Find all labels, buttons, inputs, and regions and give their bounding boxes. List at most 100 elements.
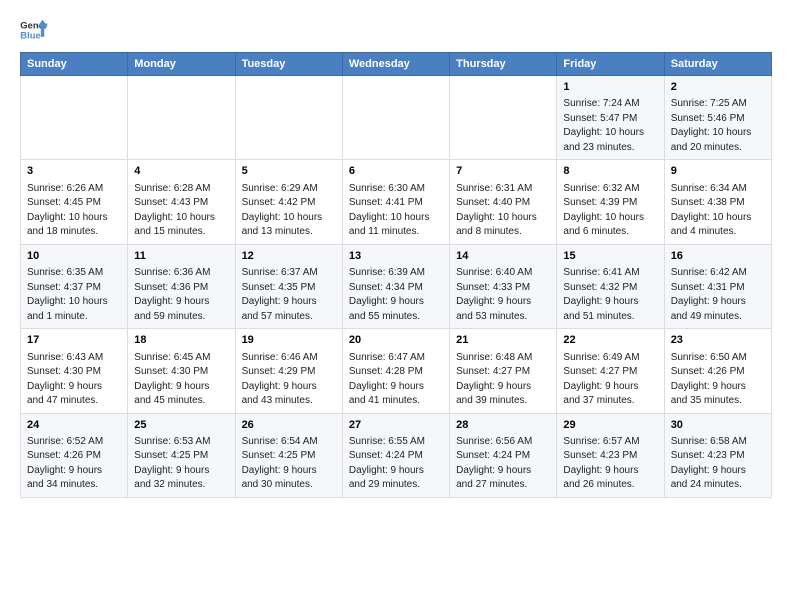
day-info: Sunrise: 6:29 AM Sunset: 4:42 PM Dayligh… [242,182,336,240]
day-number: 4 [134,164,228,179]
day-cell: 18 Sunrise: 6:45 AM Sunset: 4:30 PM Dayli… [128,329,235,413]
day-info: Sunrise: 6:35 AM Sunset: 4:37 PM Dayligh… [27,266,121,324]
page: General Blue SundayMondayTuesdayWednesda… [0,0,792,508]
weekday-header-tuesday: Tuesday [235,53,342,76]
day-cell [450,76,557,160]
day-number: 30 [671,418,765,433]
day-info: Sunrise: 6:43 AM Sunset: 4:30 PM Dayligh… [27,351,121,409]
day-info: Sunrise: 6:48 AM Sunset: 4:27 PM Dayligh… [456,351,550,409]
day-cell: 7Sunrise: 6:31 AM Sunset: 4:40 PM Daylig… [450,160,557,244]
day-info: Sunrise: 6:41 AM Sunset: 4:32 PM Dayligh… [563,266,657,324]
day-cell: 26 Sunrise: 6:54 AM Sunset: 4:25 PM Dayli… [235,413,342,497]
day-cell [21,76,128,160]
day-cell: 30 Sunrise: 6:58 AM Sunset: 4:23 PM Dayli… [664,413,771,497]
day-cell: 13Sunrise: 6:39 AM Sunset: 4:34 PM Dayli… [342,244,449,328]
day-number: 7 [456,164,550,179]
day-info: Sunrise: 6:28 AM Sunset: 4:43 PM Dayligh… [134,182,228,240]
day-info: Sunrise: 6:50 AM Sunset: 4:26 PM Dayligh… [671,351,765,409]
day-cell: 25 Sunrise: 6:53 AM Sunset: 4:25 PM Dayli… [128,413,235,497]
day-cell: 4 Sunrise: 6:28 AM Sunset: 4:43 PM Daylig… [128,160,235,244]
day-number: 3 [27,164,121,179]
day-info: Sunrise: 6:40 AM Sunset: 4:33 PM Dayligh… [456,266,550,324]
day-number: 25 [134,418,228,433]
day-info: Sunrise: 6:26 AM Sunset: 4:45 PM Dayligh… [27,182,121,240]
day-number: 17 [27,333,121,348]
weekday-header-sunday: Sunday [21,53,128,76]
weekday-header-wednesday: Wednesday [342,53,449,76]
svg-text:Blue: Blue [20,30,40,41]
day-cell: 21 Sunrise: 6:48 AM Sunset: 4:27 PM Dayli… [450,329,557,413]
day-number: 27 [349,418,443,433]
day-cell: 10 Sunrise: 6:35 AM Sunset: 4:37 PM Dayli… [21,244,128,328]
day-info: Sunrise: 6:45 AM Sunset: 4:30 PM Dayligh… [134,351,228,409]
day-cell: 12Sunrise: 6:37 AM Sunset: 4:35 PM Dayli… [235,244,342,328]
weekday-header-monday: Monday [128,53,235,76]
day-info: Sunrise: 6:54 AM Sunset: 4:25 PM Dayligh… [242,435,336,493]
day-number: 19 [242,333,336,348]
day-info: Sunrise: 7:24 AM Sunset: 5:47 PM Dayligh… [563,97,657,155]
day-cell: 15 Sunrise: 6:41 AM Sunset: 4:32 PM Dayli… [557,244,664,328]
day-cell: 24 Sunrise: 6:52 AM Sunset: 4:26 PM Dayli… [21,413,128,497]
day-number: 22 [563,333,657,348]
day-number: 14 [456,249,550,264]
week-row-5: 24 Sunrise: 6:52 AM Sunset: 4:26 PM Dayli… [21,413,772,497]
day-number: 23 [671,333,765,348]
day-cell: 20 Sunrise: 6:47 AM Sunset: 4:28 PM Dayli… [342,329,449,413]
day-info: Sunrise: 6:49 AM Sunset: 4:27 PM Dayligh… [563,351,657,409]
day-info: Sunrise: 6:36 AM Sunset: 4:36 PM Dayligh… [134,266,228,324]
day-info: Sunrise: 6:56 AM Sunset: 4:24 PM Dayligh… [456,435,550,493]
day-info: Sunrise: 6:52 AM Sunset: 4:26 PM Dayligh… [27,435,121,493]
day-cell: 9Sunrise: 6:34 AM Sunset: 4:38 PM Daylig… [664,160,771,244]
day-number: 13 [349,249,443,264]
week-row-4: 17 Sunrise: 6:43 AM Sunset: 4:30 PM Dayli… [21,329,772,413]
day-number: 12 [242,249,336,264]
day-cell: 28 Sunrise: 6:56 AM Sunset: 4:24 PM Dayli… [450,413,557,497]
day-number: 10 [27,249,121,264]
day-number: 21 [456,333,550,348]
logo-icon: General Blue [20,18,48,42]
day-info: Sunrise: 6:42 AM Sunset: 4:31 PM Dayligh… [671,266,765,324]
day-cell: 27 Sunrise: 6:55 AM Sunset: 4:24 PM Dayli… [342,413,449,497]
day-cell: 5 Sunrise: 6:29 AM Sunset: 4:42 PM Daylig… [235,160,342,244]
day-number: 20 [349,333,443,348]
day-number: 26 [242,418,336,433]
day-info: Sunrise: 7:25 AM Sunset: 5:46 PM Dayligh… [671,97,765,155]
day-info: Sunrise: 6:47 AM Sunset: 4:28 PM Dayligh… [349,351,443,409]
day-cell: 22 Sunrise: 6:49 AM Sunset: 4:27 PM Dayli… [557,329,664,413]
calendar-table: SundayMondayTuesdayWednesdayThursdayFrid… [20,52,772,498]
day-info: Sunrise: 6:53 AM Sunset: 4:25 PM Dayligh… [134,435,228,493]
day-cell: 8Sunrise: 6:32 AM Sunset: 4:39 PM Daylig… [557,160,664,244]
day-number: 2 [671,80,765,95]
weekday-header-row: SundayMondayTuesdayWednesdayThursdayFrid… [21,53,772,76]
day-info: Sunrise: 6:58 AM Sunset: 4:23 PM Dayligh… [671,435,765,493]
day-cell: 16 Sunrise: 6:42 AM Sunset: 4:31 PM Dayli… [664,244,771,328]
day-info: Sunrise: 6:55 AM Sunset: 4:24 PM Dayligh… [349,435,443,493]
day-cell: 14 Sunrise: 6:40 AM Sunset: 4:33 PM Dayli… [450,244,557,328]
logo: General Blue [20,18,48,42]
day-number: 16 [671,249,765,264]
day-cell: 6Sunrise: 6:30 AM Sunset: 4:41 PM Daylig… [342,160,449,244]
day-number: 5 [242,164,336,179]
day-number: 29 [563,418,657,433]
day-cell: 29 Sunrise: 6:57 AM Sunset: 4:23 PM Dayli… [557,413,664,497]
weekday-header-saturday: Saturday [664,53,771,76]
day-number: 28 [456,418,550,433]
day-number: 18 [134,333,228,348]
day-cell: 2 Sunrise: 7:25 AM Sunset: 5:46 PM Daylig… [664,76,771,160]
day-cell [342,76,449,160]
day-number: 9 [671,164,765,179]
day-cell: 11 Sunrise: 6:36 AM Sunset: 4:36 PM Dayli… [128,244,235,328]
weekday-header-thursday: Thursday [450,53,557,76]
day-cell: 19Sunrise: 6:46 AM Sunset: 4:29 PM Dayli… [235,329,342,413]
day-number: 6 [349,164,443,179]
day-number: 11 [134,249,228,264]
header: General Blue [20,18,772,42]
day-number: 24 [27,418,121,433]
day-cell [235,76,342,160]
weekday-header-friday: Friday [557,53,664,76]
day-info: Sunrise: 6:57 AM Sunset: 4:23 PM Dayligh… [563,435,657,493]
day-number: 8 [563,164,657,179]
day-number: 15 [563,249,657,264]
day-cell: 23 Sunrise: 6:50 AM Sunset: 4:26 PM Dayli… [664,329,771,413]
week-row-1: 1Sunrise: 7:24 AM Sunset: 5:47 PM Daylig… [21,76,772,160]
